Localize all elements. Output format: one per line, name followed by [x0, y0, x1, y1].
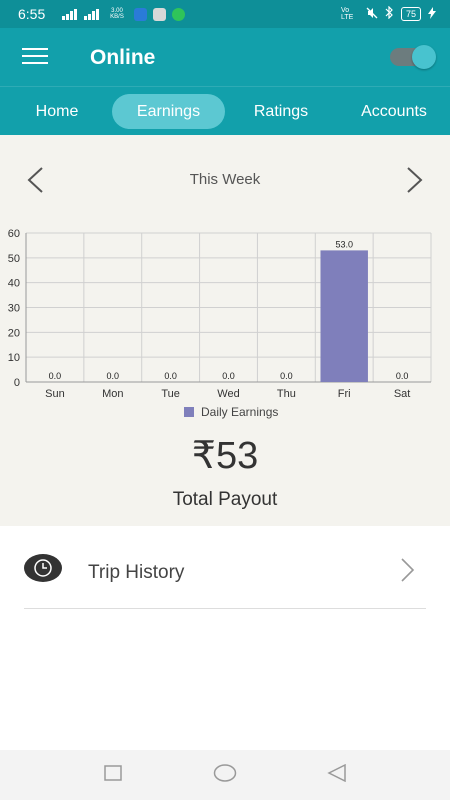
status-time: 6:55 — [18, 6, 46, 22]
y-tick-label: 0 — [14, 377, 20, 389]
legend-label: Daily Earnings — [201, 405, 278, 419]
y-tick-label: 60 — [8, 228, 20, 240]
page-title: Online — [90, 46, 156, 69]
trip-history-item[interactable]: Trip History — [24, 527, 426, 609]
bar-value-label: 0.0 — [107, 371, 120, 381]
volte-indicator: Vo LTE — [340, 7, 354, 21]
total-payout-label: Total Payout — [172, 489, 278, 510]
signal-icon-2 — [84, 8, 100, 20]
tab-home[interactable]: Home — [18, 94, 96, 129]
toggle-knob — [412, 45, 436, 69]
bluetooth-icon — [385, 5, 394, 22]
x-tick-label: Fri — [338, 388, 351, 400]
earnings-summary: This Week 0 10 20 30 40 50 60 0.0 Sun 0.0 Mon 0.0 Tu… — [0, 135, 450, 526]
system-nav-bar — [0, 750, 450, 800]
home-button[interactable] — [213, 764, 237, 787]
x-tick-label: Tue — [161, 388, 180, 400]
x-tick-label: Sun — [45, 388, 65, 400]
total-payout-amount: ₹53 — [191, 435, 259, 477]
bar-value-label: 0.0 — [222, 371, 235, 381]
network-speed: 3.00 KB/S — [110, 8, 124, 20]
bar-value-label: 0.0 — [396, 371, 409, 381]
app-notification-icon — [134, 7, 147, 21]
chevron-right-icon — [400, 557, 416, 588]
drive-notification-icon — [153, 7, 166, 21]
back-button[interactable] — [327, 763, 347, 787]
signal-icon — [62, 8, 78, 20]
tab-earnings[interactable]: Earnings — [112, 94, 225, 129]
status-right-icons: Vo LTE 75 — [340, 5, 436, 22]
app-bar: Online — [0, 28, 450, 86]
bar-value-label: 0.0 — [49, 371, 62, 381]
y-tick-label: 20 — [8, 327, 20, 339]
back-triangle-icon — [327, 763, 346, 783]
status-left-icons: 3.00 KB/S — [62, 7, 185, 21]
next-week-button[interactable] — [402, 165, 426, 195]
legend-swatch — [184, 407, 194, 417]
online-toggle[interactable] — [390, 45, 436, 69]
tab-ratings[interactable]: Ratings — [240, 94, 322, 129]
square-icon — [104, 765, 122, 781]
whatsapp-icon — [172, 7, 185, 21]
menu-icon[interactable] — [22, 48, 48, 66]
bar-fri — [320, 250, 368, 382]
chevron-right-icon — [407, 167, 423, 193]
status-bar: 6:55 3.00 KB/S Vo LTE 75 — [0, 0, 450, 28]
y-tick-label: 30 — [8, 303, 20, 315]
bar-value-label: 0.0 — [164, 371, 177, 381]
bar-value-label: 0.0 — [280, 371, 293, 381]
y-tick-label: 40 — [8, 278, 20, 290]
x-tick-label: Sat — [394, 388, 411, 400]
x-tick-label: Thu — [277, 388, 296, 400]
mute-icon — [366, 7, 378, 22]
y-tick-label: 10 — [8, 352, 20, 364]
tab-accounts[interactable]: Accounts — [348, 94, 440, 129]
bar-value-label: 53.0 — [335, 239, 353, 249]
clock-icon — [24, 554, 62, 582]
week-label: This Week — [189, 171, 261, 188]
charging-icon — [428, 6, 436, 22]
tab-bar: Home Earnings Ratings Accounts — [0, 86, 450, 136]
x-tick-label: Wed — [217, 388, 239, 400]
battery-indicator: 75 — [400, 7, 421, 21]
y-tick-label: 50 — [8, 253, 20, 265]
trip-history-label: Trip History — [88, 562, 185, 583]
circle-icon — [213, 764, 237, 782]
x-tick-label: Mon — [102, 388, 123, 400]
recent-apps-button[interactable] — [104, 764, 122, 787]
earnings-chart: 0 10 20 30 40 50 60 0.0 Sun 0.0 Mon 0.0 Tue 0.0 Wed 0.0… — [8, 228, 432, 419]
